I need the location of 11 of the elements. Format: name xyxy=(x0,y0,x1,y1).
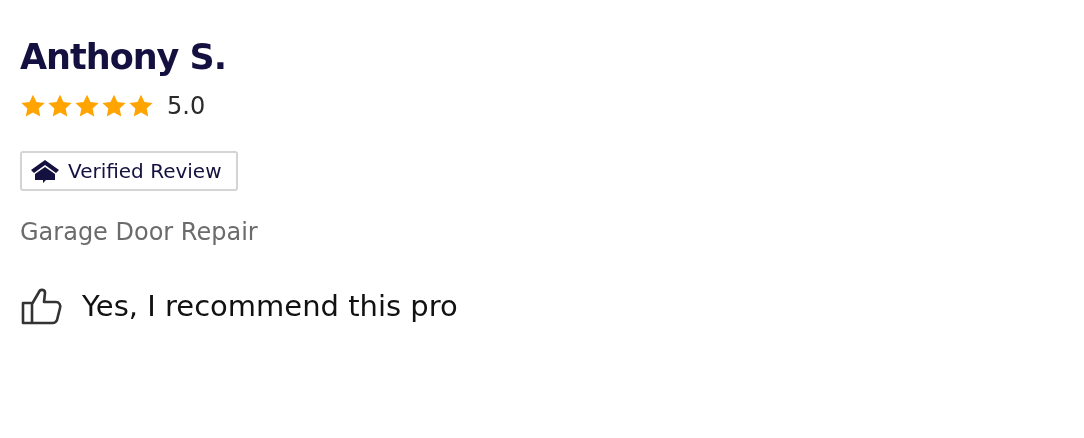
star-icon xyxy=(101,93,127,119)
reviewer-name: Anthony S. xyxy=(20,36,227,79)
star-icon xyxy=(128,93,154,119)
badge-label: Verified Review xyxy=(68,159,222,183)
recommendation-text: Yes, I recommend this pro xyxy=(82,289,458,323)
star-icon xyxy=(74,93,100,119)
house-icon xyxy=(30,159,60,183)
star-icon xyxy=(47,93,73,119)
star-icon xyxy=(20,93,46,119)
rating-score: 5.0 xyxy=(167,92,206,120)
service-name: Garage Door Repair xyxy=(20,218,258,246)
